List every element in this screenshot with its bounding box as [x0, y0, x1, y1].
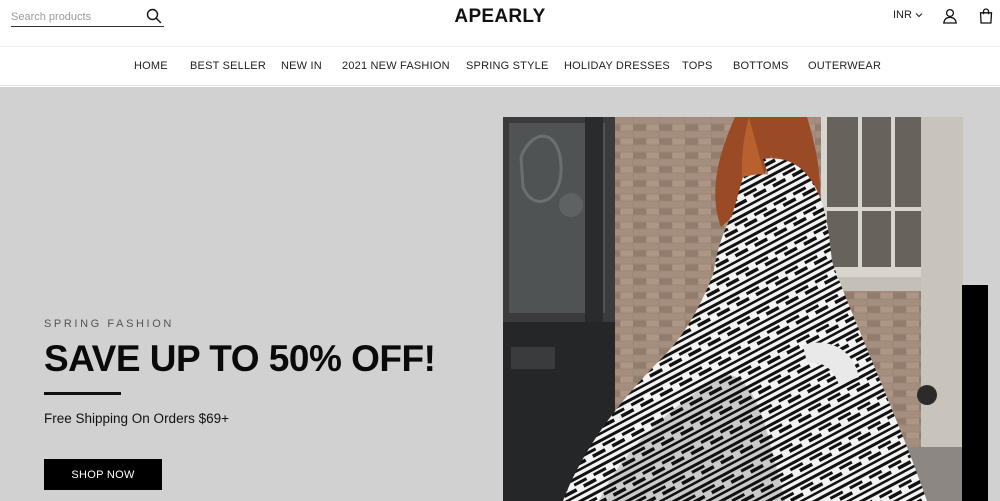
nav-item-home[interactable]: HOME: [134, 60, 168, 72]
top-bar: APEARLY INR: [0, 0, 1000, 47]
hero-divider: [44, 392, 121, 395]
nav-item-best-seller[interactable]: BEST SELLER: [190, 60, 266, 72]
nav-item-spring-style[interactable]: SPRING STYLE: [466, 60, 548, 72]
nav-item-bottoms[interactable]: BOTTOMS: [733, 60, 789, 72]
user-icon[interactable]: [942, 8, 958, 24]
hero-banner: SPRING FASHION SAVE UP TO 50% OFF! Free …: [0, 87, 1000, 501]
nav-item-tops[interactable]: TOPS: [682, 60, 713, 72]
shopping-bag-icon[interactable]: [978, 8, 994, 24]
nav-item-new-in[interactable]: NEW IN: [281, 60, 322, 72]
hero-eyebrow: SPRING FASHION: [44, 318, 174, 330]
chevron-down-icon: [915, 13, 923, 18]
main-navigation: HOME BEST SELLER NEW IN 2021 NEW FASHION…: [0, 48, 1000, 86]
currency-label: INR: [893, 9, 912, 21]
brand-logo[interactable]: APEARLY: [0, 6, 1000, 28]
shop-now-button[interactable]: SHOP NOW: [44, 459, 162, 490]
currency-selector[interactable]: INR: [893, 9, 923, 21]
side-panel-tab[interactable]: [962, 285, 988, 501]
nav-item-outerwear[interactable]: OUTERWEAR: [808, 60, 881, 72]
hero-headline: SAVE UP TO 50% OFF!: [44, 338, 436, 379]
hero-image[interactable]: [503, 117, 963, 501]
hero-subtext: Free Shipping On Orders $69+: [44, 411, 229, 426]
nav-item-holiday-dresses[interactable]: HOLIDAY DRESSES: [564, 60, 670, 72]
nav-item-2021-new-fashion[interactable]: 2021 NEW FASHION: [342, 60, 450, 72]
